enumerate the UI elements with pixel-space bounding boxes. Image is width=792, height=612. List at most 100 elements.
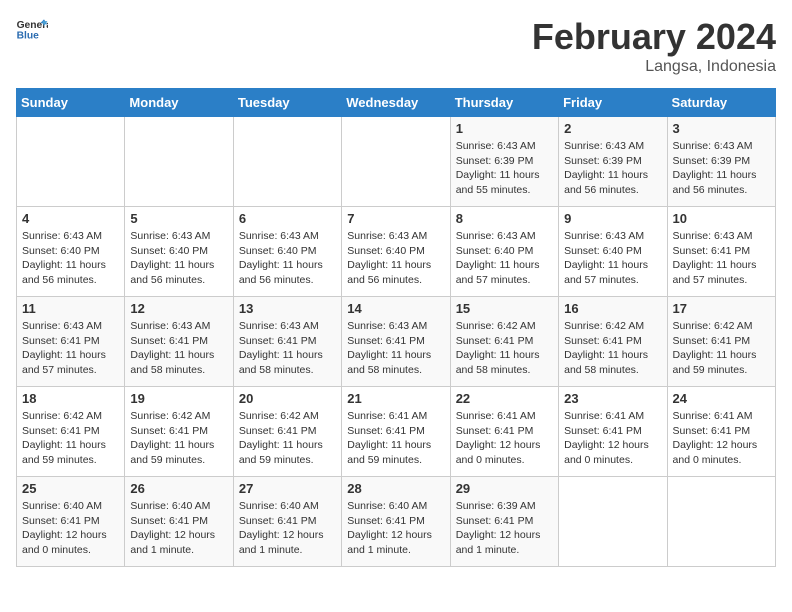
header: General Blue February 2024 Langsa, Indon… bbox=[16, 16, 776, 76]
calendar-cell: 17 Sunrise: 6:42 AMSunset: 6:41 PMDayligh… bbox=[667, 297, 775, 387]
calendar-cell: 16Sunrise: 6:42 AMSunset: 6:41 PMDayligh… bbox=[559, 297, 667, 387]
cell-info: Sunrise: 6:43 AMSunset: 6:40 PMDaylight:… bbox=[347, 229, 444, 288]
cell-info: Sunrise: 6:40 AMSunset: 6:41 PMDaylight:… bbox=[130, 499, 227, 558]
cell-info: Sunrise: 6:41 AMSunset: 6:41 PMDaylight:… bbox=[347, 409, 444, 468]
title-section: February 2024 Langsa, Indonesia bbox=[532, 16, 776, 76]
subtitle: Langsa, Indonesia bbox=[532, 58, 776, 76]
header-row: SundayMondayTuesdayWednesdayThursdayFrid… bbox=[17, 89, 776, 117]
calendar-cell: 26Sunrise: 6:40 AMSunset: 6:41 PMDayligh… bbox=[125, 477, 233, 567]
day-number: 17 bbox=[673, 301, 770, 316]
cell-info: Sunrise: 6:43 AMSunset: 6:40 PMDaylight:… bbox=[564, 229, 661, 288]
day-number: 1 bbox=[456, 121, 553, 136]
calendar-cell: 3 Sunrise: 6:43 AMSunset: 6:39 PMDaylight… bbox=[667, 117, 775, 207]
cell-info: Sunrise: 6:41 AMSunset: 6:41 PMDaylight:… bbox=[456, 409, 553, 468]
cell-info: Sunrise: 6:43 AMSunset: 6:39 PMDaylight:… bbox=[673, 139, 770, 198]
cell-info: Sunrise: 6:43 AMSunset: 6:41 PMDaylight:… bbox=[22, 319, 119, 378]
cell-info: Sunrise: 6:43 AMSunset: 6:39 PMDaylight:… bbox=[456, 139, 553, 198]
calendar-cell bbox=[667, 477, 775, 567]
calendar-cell bbox=[17, 117, 125, 207]
day-number: 5 bbox=[130, 211, 227, 226]
logo: General Blue bbox=[16, 16, 48, 45]
day-number: 23 bbox=[564, 391, 661, 406]
calendar-cell: 5 Sunrise: 6:43 AMSunset: 6:40 PMDaylight… bbox=[125, 207, 233, 297]
calendar-cell: 8 Sunrise: 6:43 AMSunset: 6:40 PMDaylight… bbox=[450, 207, 558, 297]
cell-info: Sunrise: 6:42 AMSunset: 6:41 PMDaylight:… bbox=[673, 319, 770, 378]
day-number: 9 bbox=[564, 211, 661, 226]
calendar-cell: 28 Sunrise: 6:40 AMSunset: 6:41 PMDayligh… bbox=[342, 477, 450, 567]
cell-info: Sunrise: 6:43 AMSunset: 6:40 PMDaylight:… bbox=[456, 229, 553, 288]
calendar-cell: 4 Sunrise: 6:43 AMSunset: 6:40 PMDaylight… bbox=[17, 207, 125, 297]
calendar-cell: 7 Sunrise: 6:43 AMSunset: 6:40 PMDaylight… bbox=[342, 207, 450, 297]
day-number: 15 bbox=[456, 301, 553, 316]
day-number: 8 bbox=[456, 211, 553, 226]
cell-info: Sunrise: 6:43 AMSunset: 6:39 PMDaylight:… bbox=[564, 139, 661, 198]
day-number: 13 bbox=[239, 301, 336, 316]
day-number: 4 bbox=[22, 211, 119, 226]
day-number: 22 bbox=[456, 391, 553, 406]
calendar-cell: 10 Sunrise: 6:43 AMSunset: 6:41 PMDayligh… bbox=[667, 207, 775, 297]
calendar-cell: 23 Sunrise: 6:41 AMSunset: 6:41 PMDayligh… bbox=[559, 387, 667, 477]
cell-info: Sunrise: 6:40 AMSunset: 6:41 PMDaylight:… bbox=[347, 499, 444, 558]
calendar-cell: 29 Sunrise: 6:39 AMSunset: 6:41 PMDayligh… bbox=[450, 477, 558, 567]
day-number: 21 bbox=[347, 391, 444, 406]
calendar-cell: 21 Sunrise: 6:41 AMSunset: 6:41 PMDayligh… bbox=[342, 387, 450, 477]
cell-info: Sunrise: 6:41 AMSunset: 6:41 PMDaylight:… bbox=[564, 409, 661, 468]
day-number: 18 bbox=[22, 391, 119, 406]
cell-info: Sunrise: 6:43 AMSunset: 6:40 PMDaylight:… bbox=[239, 229, 336, 288]
col-header-sunday: Sunday bbox=[17, 89, 125, 117]
col-header-wednesday: Wednesday bbox=[342, 89, 450, 117]
week-row-3: 11 Sunrise: 6:43 AMSunset: 6:41 PMDayligh… bbox=[17, 297, 776, 387]
day-number: 27 bbox=[239, 481, 336, 496]
cell-info: Sunrise: 6:43 AMSunset: 6:41 PMDaylight:… bbox=[239, 319, 336, 378]
calendar-cell: 15 Sunrise: 6:42 AMSunset: 6:41 PMDayligh… bbox=[450, 297, 558, 387]
day-number: 20 bbox=[239, 391, 336, 406]
svg-text:Blue: Blue bbox=[17, 30, 40, 40]
calendar-cell: 14Sunrise: 6:43 AMSunset: 6:41 PMDayligh… bbox=[342, 297, 450, 387]
cell-info: Sunrise: 6:42 AMSunset: 6:41 PMDaylight:… bbox=[456, 319, 553, 378]
cell-info: Sunrise: 6:40 AMSunset: 6:41 PMDaylight:… bbox=[22, 499, 119, 558]
calendar-table: SundayMondayTuesdayWednesdayThursdayFrid… bbox=[16, 88, 776, 567]
week-row-5: 25 Sunrise: 6:40 AMSunset: 6:41 PMDayligh… bbox=[17, 477, 776, 567]
day-number: 12 bbox=[130, 301, 227, 316]
day-number: 25 bbox=[22, 481, 119, 496]
day-number: 29 bbox=[456, 481, 553, 496]
day-number: 19 bbox=[130, 391, 227, 406]
calendar-cell: 25 Sunrise: 6:40 AMSunset: 6:41 PMDayligh… bbox=[17, 477, 125, 567]
day-number: 11 bbox=[22, 301, 119, 316]
calendar-cell bbox=[559, 477, 667, 567]
calendar-cell: 1 Sunrise: 6:43 AMSunset: 6:39 PMDaylight… bbox=[450, 117, 558, 207]
cell-info: Sunrise: 6:42 AMSunset: 6:41 PMDaylight:… bbox=[130, 409, 227, 468]
page-container: General Blue February 2024 Langsa, Indon… bbox=[16, 16, 776, 567]
calendar-cell: 22 Sunrise: 6:41 AMSunset: 6:41 PMDayligh… bbox=[450, 387, 558, 477]
logo-graphic: General Blue bbox=[16, 16, 48, 45]
calendar-cell: 24 Sunrise: 6:41 AMSunset: 6:41 PMDayligh… bbox=[667, 387, 775, 477]
calendar-cell: 18 Sunrise: 6:42 AMSunset: 6:41 PMDayligh… bbox=[17, 387, 125, 477]
cell-info: Sunrise: 6:41 AMSunset: 6:41 PMDaylight:… bbox=[673, 409, 770, 468]
cell-info: Sunrise: 6:40 AMSunset: 6:41 PMDaylight:… bbox=[239, 499, 336, 558]
calendar-cell: 9 Sunrise: 6:43 AMSunset: 6:40 PMDaylight… bbox=[559, 207, 667, 297]
col-header-friday: Friday bbox=[559, 89, 667, 117]
week-row-2: 4 Sunrise: 6:43 AMSunset: 6:40 PMDaylight… bbox=[17, 207, 776, 297]
calendar-cell: 27 Sunrise: 6:40 AMSunset: 6:41 PMDayligh… bbox=[233, 477, 341, 567]
calendar-cell: 6 Sunrise: 6:43 AMSunset: 6:40 PMDaylight… bbox=[233, 207, 341, 297]
day-number: 24 bbox=[673, 391, 770, 406]
cell-info: Sunrise: 6:43 AMSunset: 6:40 PMDaylight:… bbox=[22, 229, 119, 288]
day-number: 6 bbox=[239, 211, 336, 226]
col-header-thursday: Thursday bbox=[450, 89, 558, 117]
cell-info: Sunrise: 6:42 AMSunset: 6:41 PMDaylight:… bbox=[22, 409, 119, 468]
day-number: 2 bbox=[564, 121, 661, 136]
calendar-cell bbox=[125, 117, 233, 207]
cell-info: Sunrise: 6:39 AMSunset: 6:41 PMDaylight:… bbox=[456, 499, 553, 558]
cell-info: Sunrise: 6:43 AMSunset: 6:40 PMDaylight:… bbox=[130, 229, 227, 288]
day-number: 3 bbox=[673, 121, 770, 136]
day-number: 28 bbox=[347, 481, 444, 496]
cell-info: Sunrise: 6:43 AMSunset: 6:41 PMDaylight:… bbox=[673, 229, 770, 288]
calendar-cell bbox=[342, 117, 450, 207]
calendar-cell: 12Sunrise: 6:43 AMSunset: 6:41 PMDayligh… bbox=[125, 297, 233, 387]
calendar-cell bbox=[233, 117, 341, 207]
day-number: 10 bbox=[673, 211, 770, 226]
main-title: February 2024 bbox=[532, 16, 776, 58]
calendar-cell: 20Sunrise: 6:42 AMSunset: 6:41 PMDayligh… bbox=[233, 387, 341, 477]
day-number: 7 bbox=[347, 211, 444, 226]
day-number: 14 bbox=[347, 301, 444, 316]
